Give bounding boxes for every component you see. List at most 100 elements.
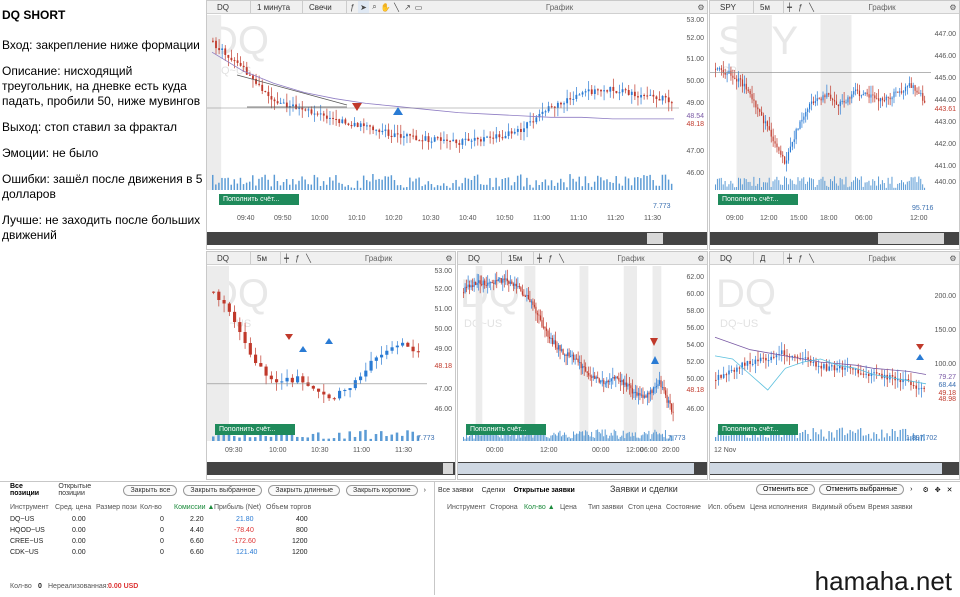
settings-icon[interactable]: ⚙ [443,254,455,263]
navigator-window[interactable] [458,463,694,474]
col-instrument[interactable]: Инструмент [447,504,486,511]
fund-account-button[interactable]: Пополнить счёт... [219,194,299,205]
timeframe-selector[interactable]: Д [754,252,784,264]
line-tool-icon[interactable]: ╲ [303,252,314,264]
arrow-tool-icon[interactable]: ↗ [402,1,413,13]
tab-all-orders[interactable]: Все заявки [438,487,474,494]
cancel-selected-button[interactable]: Отменить выбранные [818,484,905,495]
tab-all-positions[interactable]: Все позиции [10,483,52,497]
settings-icon[interactable]: ⚙ [695,3,707,12]
settings-icon[interactable]: ⚙ [695,254,707,263]
col-status[interactable]: Состояние [666,504,701,511]
symbol-selector[interactable]: DQ [207,1,251,13]
timeframe-selector[interactable]: 15м [502,252,534,264]
chevron-right-icon[interactable]: › [424,487,426,494]
rectangle-tool-icon[interactable]: ▭ [413,1,424,13]
settings-icon[interactable]: ⚙ [947,3,959,12]
col-visible-volume[interactable]: Видимый объем [812,504,865,511]
candle-body [576,358,578,360]
settings-icon[interactable]: ⚙ [947,254,959,263]
candlestick-chart[interactable] [207,15,679,190]
gear-icon[interactable]: ⚙ [922,486,928,494]
close-icon[interactable]: ✕ [947,486,953,494]
candlestick-chart[interactable] [710,15,931,190]
candle-body [562,349,564,355]
chart-navigator[interactable] [207,462,455,475]
maximize-icon[interactable]: ✥ [935,486,941,494]
chart-navigator[interactable] [710,232,959,245]
line-tool-icon[interactable]: ╲ [806,1,817,13]
volume-bar [396,185,399,190]
fund-account-button[interactable]: Пополнить счёт... [466,424,546,435]
chart-panel-dq-daily[interactable]: DQ Д ┿ ƒ ╲ График ⚙ DQ DQ~US 200.00 150.… [709,251,960,480]
col-order-type[interactable]: Тип заявки [588,504,623,511]
indicators-icon[interactable]: ƒ [795,1,806,13]
col-side[interactable]: Сторона [490,504,518,511]
navigator-window[interactable] [878,233,944,244]
cancel-all-button[interactable]: Отменить все [756,484,815,495]
fund-account-button[interactable]: Пополнить счёт... [718,424,798,435]
chart-navigator[interactable] [458,462,707,475]
col-pnl[interactable]: Прибыль (Net) [214,504,261,511]
col-instrument[interactable]: Инструмент [10,504,49,511]
close-selected-button[interactable]: Закрыть выбранное [183,484,263,496]
chart-type-selector[interactable]: Свечи [303,1,347,13]
candles-icon[interactable]: ┿ [534,252,545,264]
line-tool-icon[interactable]: ╲ [391,1,402,13]
tab-trades[interactable]: Сделки [482,487,506,494]
close-short-button[interactable]: Закрыть короткие [346,484,418,496]
symbol-selector[interactable]: DQ [710,252,754,264]
timeframe-selector[interactable]: 5м [251,252,281,264]
cursor-icon[interactable]: ➤ [358,1,369,13]
tab-open-positions[interactable]: Открытые позиции [58,483,117,497]
col-qty[interactable]: Кол-во [140,504,162,511]
panel-divider[interactable] [434,482,435,595]
indicators-icon[interactable]: ƒ [347,1,358,13]
chart-panel-dq-1m[interactable]: DQ 1 минута Свечи ƒ ➤ ⌕ ✋ ╲ ↗ ▭ График ⚙… [206,0,708,250]
candlestick-chart[interactable] [207,266,427,441]
chart-panel-dq-5m[interactable]: DQ 5м ┿ ƒ ╲ График ⚙ DQ DQ~US 53.00 52.0… [206,251,456,480]
col-stop-price[interactable]: Стоп цена [628,504,661,511]
col-price[interactable]: Цена [560,504,577,511]
close-all-button[interactable]: Закрыть все [123,484,178,496]
line-chart[interactable] [458,266,679,441]
col-position-size[interactable]: Размер пози [96,504,137,511]
navigator-window[interactable] [647,233,663,244]
col-filled[interactable]: Исп. объем [708,504,745,511]
close-long-button[interactable]: Закрыть длинные [268,484,340,496]
col-qty[interactable]: Кол-во ▲ [524,504,555,511]
candles-icon[interactable]: ┿ [281,252,292,264]
candles-icon[interactable]: ┿ [784,1,795,13]
col-order-time[interactable]: Время заявки [868,504,913,511]
fund-account-button[interactable]: Пополнить счёт... [718,194,798,205]
timeframe-selector[interactable]: 1 минута [251,1,303,13]
chart-panel-dq-15m[interactable]: DQ 15м ┿ ƒ ╲ График ⚙ DQ DQ~US 62.00 60.… [457,251,708,480]
hand-icon[interactable]: ✋ [380,1,391,13]
candlestick-chart[interactable] [710,266,931,441]
zoom-icon[interactable]: ⌕ [369,1,380,13]
chart-navigator[interactable] [207,232,707,245]
tab-open-orders[interactable]: Открытые заявки [513,487,574,494]
col-volume[interactable]: Объем торгов [266,504,311,511]
navigator-window[interactable] [710,463,942,474]
symbol-selector[interactable]: DQ [207,252,251,264]
chevron-right-icon[interactable]: › [910,486,912,493]
chart-navigator[interactable] [710,462,959,475]
chart-panel-spy-5m[interactable]: SPY 5м ┿ ƒ ╲ График ⚙ SPY SPY~US 447.00 … [709,0,960,250]
candles-icon[interactable]: ┿ [784,252,795,264]
fund-account-button[interactable]: Пополнить счёт... [215,424,295,435]
line-tool-icon[interactable]: ╲ [806,252,817,264]
navigator-window[interactable] [443,463,453,474]
timeframe-selector[interactable]: 5м [754,1,784,13]
indicators-icon[interactable]: ƒ [795,252,806,264]
indicators-icon[interactable]: ƒ [545,252,556,264]
symbol-selector[interactable]: DQ [458,252,502,264]
col-fill-price[interactable]: Цена исполнения [750,504,807,511]
col-avg-price[interactable]: Сред. цена [55,504,91,511]
col-commission[interactable]: Комиссии ▲ [174,504,214,511]
indicators-icon[interactable]: ƒ [292,252,303,264]
line-tool-icon[interactable]: ╲ [556,252,567,264]
symbol-selector[interactable]: SPY [710,1,754,13]
candle-body [497,279,499,282]
volume-bar [655,185,657,190]
